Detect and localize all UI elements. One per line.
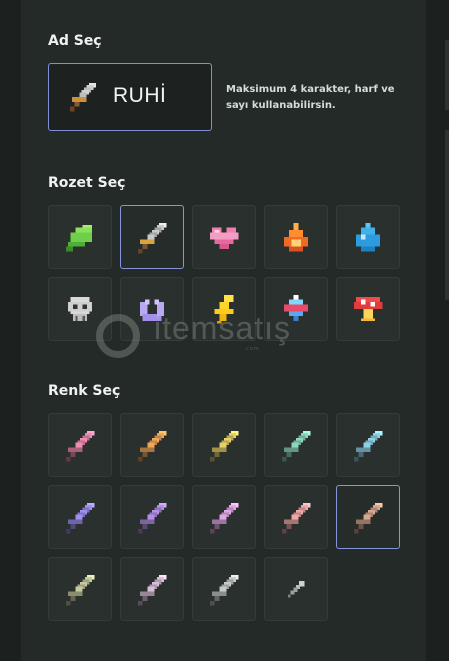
color-section-title: Renk Seç [48, 383, 121, 399]
sword-icon [137, 222, 167, 254]
color-option-13[interactable] [192, 557, 256, 621]
color-option-7[interactable] [120, 485, 184, 549]
eyedropper-icon [287, 580, 305, 598]
gem-icon [284, 294, 308, 321]
scrollbar-track-upper [445, 40, 449, 110]
name-section-title: Ad Seç [48, 33, 102, 49]
custom-color-button[interactable] [264, 557, 328, 621]
sword-icon [353, 430, 383, 462]
sword-icon [65, 574, 95, 606]
sword-icon [353, 502, 383, 534]
badge-option-skull[interactable] [48, 277, 112, 341]
heart-icon [209, 227, 239, 249]
sword-icon [209, 502, 239, 534]
badge-option-crescent-moon[interactable] [120, 277, 184, 341]
scrollbar-track-lower [445, 130, 449, 300]
badge-option-fire[interactable] [264, 205, 328, 269]
color-option-2[interactable] [120, 413, 184, 477]
sword-icon [209, 574, 239, 606]
sword-icon [69, 82, 96, 112]
badge-option-sword[interactable] [120, 205, 184, 269]
color-option-11[interactable] [48, 557, 112, 621]
name-input[interactable]: RUHİ [48, 63, 212, 131]
badge-option-lightning[interactable] [192, 277, 256, 341]
mushroom-icon [353, 297, 383, 321]
leaf-icon [65, 225, 92, 252]
lightning-icon [214, 294, 234, 324]
sword-icon [65, 430, 95, 462]
color-option-5[interactable] [336, 413, 400, 477]
sword-icon [281, 502, 311, 534]
color-option-12[interactable] [120, 557, 184, 621]
fire-icon [284, 222, 308, 252]
color-option-1[interactable] [48, 413, 112, 477]
sword-icon [137, 502, 167, 534]
name-hint: Maksimum 4 karakter, harf ve sayı kullan… [226, 84, 395, 111]
sword-icon [137, 574, 167, 606]
badge-section-title: Rozet Seç [48, 175, 126, 191]
badge-option-water-drop[interactable] [336, 205, 400, 269]
name-value: RUHİ [113, 84, 167, 107]
color-option-8[interactable] [192, 485, 256, 549]
color-option-3[interactable] [192, 413, 256, 477]
water-drop-icon [356, 222, 380, 252]
sword-icon [137, 430, 167, 462]
badge-option-heart[interactable] [192, 205, 256, 269]
color-option-10[interactable] [336, 485, 400, 549]
color-option-9[interactable] [264, 485, 328, 549]
color-option-6[interactable] [48, 485, 112, 549]
sword-icon [209, 430, 239, 462]
badge-option-mushroom[interactable] [336, 277, 400, 341]
sword-icon [281, 430, 311, 462]
badge-option-gem[interactable] [264, 277, 328, 341]
badge-option-leaf[interactable] [48, 205, 112, 269]
crescent-moon-icon [140, 299, 164, 321]
sword-icon [65, 502, 95, 534]
skull-icon [68, 297, 92, 321]
color-option-4[interactable] [264, 413, 328, 477]
